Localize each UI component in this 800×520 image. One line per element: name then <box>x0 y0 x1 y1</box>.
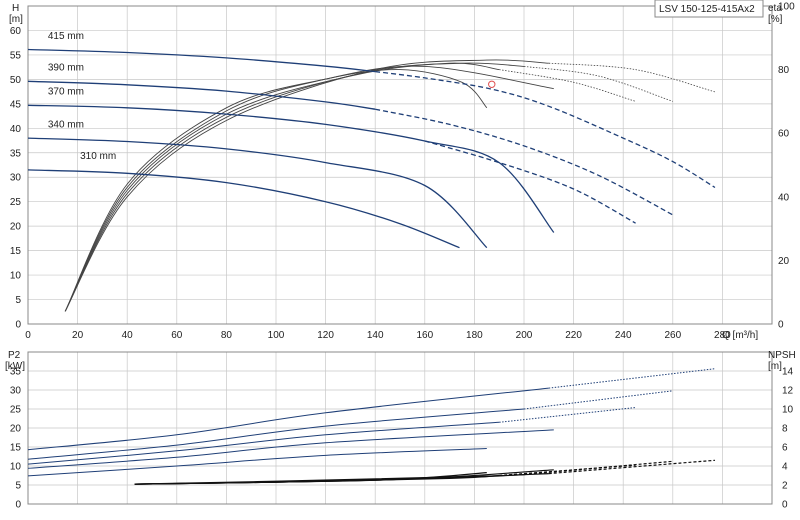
head-axis-unit: [m] <box>9 14 23 25</box>
power-tick-label: 10 <box>10 462 22 473</box>
power-curve <box>27 387 549 451</box>
top-grid <box>27 6 772 325</box>
x-tick-label: 100 <box>268 330 285 341</box>
x-tick-label: 120 <box>317 330 334 341</box>
eta-tick-label: 60 <box>778 129 790 140</box>
power-tick-label: 5 <box>15 481 21 492</box>
power-tick-label: 30 <box>10 386 22 397</box>
head-tick-label: 20 <box>10 222 22 233</box>
x-tick-label: 280 <box>714 330 731 341</box>
x-tick-label: 20 <box>72 330 84 341</box>
pump-performance-chart: LSV 150-125-415Ax2 H [m] eta [%] Q [m³/h… <box>5 0 796 511</box>
x-tick-label: 200 <box>516 330 533 341</box>
head-tick-label: 5 <box>15 295 21 306</box>
power-tick-label: 0 <box>15 500 21 511</box>
head-curve-label: 310 mm <box>80 151 116 162</box>
eta-tick-label: 0 <box>778 320 784 331</box>
head-tick-label: 15 <box>10 246 22 257</box>
efficiency-curve <box>64 62 525 312</box>
npsh-tick-label: 8 <box>782 424 788 435</box>
head-curve-label: 340 mm <box>48 119 84 130</box>
x-tick-label: 220 <box>565 330 582 341</box>
head-axis-label: H <box>12 3 19 14</box>
title-box: LSV 150-125-415Ax2 <box>654 0 764 18</box>
power-axis-label: P2 <box>8 350 21 361</box>
x-tick-label: 80 <box>221 330 233 341</box>
npsh-tick-label: 6 <box>782 443 788 454</box>
x-tick-label: 60 <box>171 330 183 341</box>
npsh-curve-extension <box>523 460 673 476</box>
head-tick-label: 55 <box>10 50 22 61</box>
head-tick-label: 60 <box>10 26 22 37</box>
x-tick-label: 40 <box>122 330 134 341</box>
head-curve-label: 415 mm <box>48 31 84 42</box>
tick-labels: 0 20 40 60 80 100 120 140 160 180 200 220 240 260 2800… <box>10 2 795 511</box>
x-tick-label: 260 <box>664 330 681 341</box>
npsh-tick-label: 2 <box>782 481 788 492</box>
npsh-tick-label: 4 <box>782 462 788 473</box>
x-tick-label: 240 <box>615 330 632 341</box>
head-tick-label: 50 <box>10 75 22 86</box>
efficiency-curve <box>64 62 500 312</box>
efficiency-curves <box>64 59 716 312</box>
head-tick-label: 0 <box>15 320 21 331</box>
npsh-axis-unit: [m] <box>768 361 782 372</box>
npsh-tick-label: 10 <box>782 405 794 416</box>
eta-tick-label: 20 <box>778 256 790 267</box>
npsh-axis-label: NPSH <box>768 350 796 361</box>
npsh-tick-label: 14 <box>782 367 794 378</box>
head-curve <box>27 169 460 249</box>
power-tick-label: 20 <box>10 424 22 435</box>
power-curves <box>27 368 716 477</box>
x-tick-label: 180 <box>466 330 483 341</box>
power-tick-label: 25 <box>10 405 22 416</box>
head-tick-label: 45 <box>10 99 22 110</box>
eta-tick-label: 40 <box>778 192 790 203</box>
top-plot-frame <box>27 5 773 325</box>
x-tick-label: 160 <box>416 330 433 341</box>
head-tick-label: 35 <box>10 148 22 159</box>
efficiency-curve <box>64 65 554 312</box>
head-tick-label: 40 <box>10 124 22 135</box>
x-tick-label: 140 <box>367 330 384 341</box>
efficiency-curve <box>64 59 549 312</box>
power-curve-extension <box>523 390 673 410</box>
power-tick-label: 35 <box>10 367 22 378</box>
head-tick-label: 25 <box>10 197 22 208</box>
head-curve-label: 370 mm <box>48 87 84 98</box>
head-curve-label: 390 mm <box>48 63 84 74</box>
head-tick-label: 10 <box>10 271 22 282</box>
npsh-tick-label: 12 <box>782 386 794 397</box>
npsh-curve <box>134 469 554 485</box>
efficiency-curve-extension <box>523 66 673 102</box>
x-tick-label: 0 <box>25 330 31 341</box>
operating-point-marker <box>488 80 496 88</box>
head-tick-label: 30 <box>10 173 22 184</box>
eta-axis-unit: [%] <box>768 14 783 25</box>
power-tick-label: 15 <box>10 443 22 454</box>
npsh-tick-label: 0 <box>782 500 788 511</box>
chart-title: LSV 150-125-415Ax2 <box>659 4 755 15</box>
eta-tick-label: 100 <box>778 2 795 13</box>
head-curve <box>27 104 555 233</box>
head-curve-extension <box>375 70 716 189</box>
eta-tick-label: 80 <box>778 65 790 76</box>
operating-point <box>488 80 496 88</box>
